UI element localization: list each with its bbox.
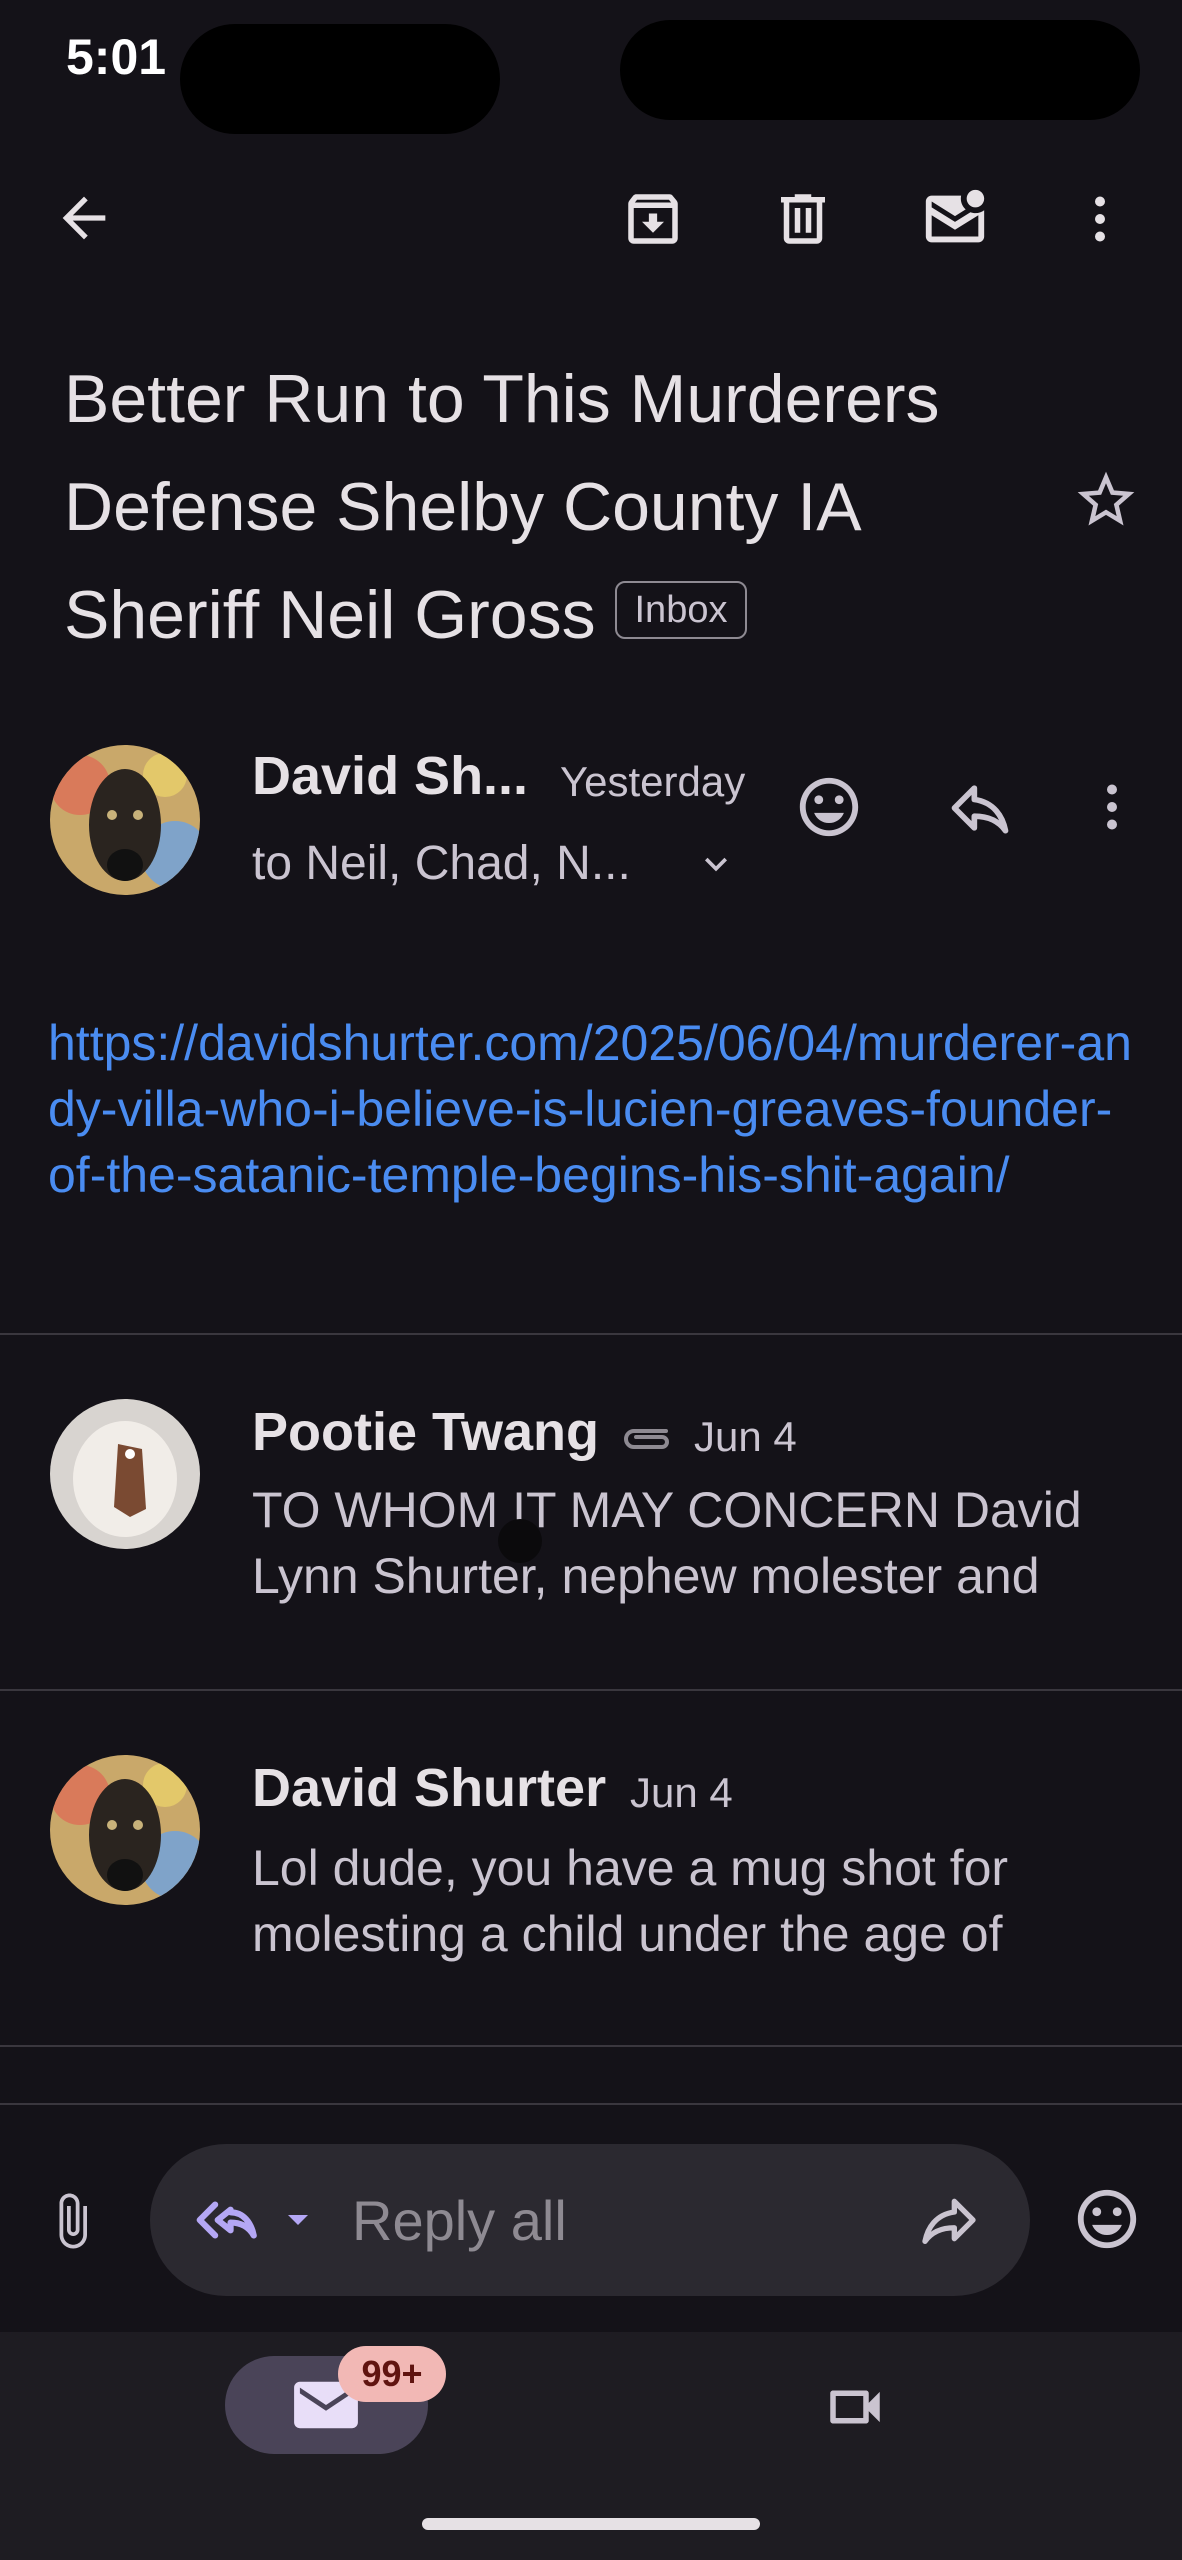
thread-item[interactable]: Pootie Twang Jun 4 TO WHOM IT MAY CONCER… [0,1335,1182,1689]
inbox-label-chip[interactable]: Inbox [614,581,748,640]
message-date: Yesterday [560,758,746,805]
sender-name: Pootie Twang [252,1402,599,1462]
sender-name[interactable]: David Sh... [252,745,528,807]
emoji-icon [1077,2189,1137,2249]
emoji-icon [799,777,859,837]
snippet-line: TO WHOM IT MAY CONCERN David [252,1482,1082,1538]
snippet-line: Lynn Shurter, nephew molester and [252,1548,1040,1604]
dog-avatar-icon [50,1755,200,1905]
reply-all-label[interactable]: Reply all [352,2188,567,2253]
reply-all-icon[interactable] [192,2188,264,2252]
reply-all-field[interactable]: Reply all [150,2144,1030,2296]
emoji-button[interactable] [1072,2184,1142,2254]
react-emoji-button[interactable] [794,772,864,842]
star-outline-icon [1077,471,1135,526]
trash-icon [781,194,825,244]
unread-count-badge: 99+ [338,2346,446,2402]
thread-item[interactable]: David Shurter Jun 4 Lol dude, you have a… [0,1691,1182,2043]
status-time: 5:01 [66,29,167,85]
snippet-line: Lol dude, you have a mug shot for [252,1840,1009,1896]
message-snippet: Lol dude, you have a mug shot for molest… [252,1835,1182,1967]
chevron-down-icon [705,857,727,872]
message-date: Jun 4 [694,1413,797,1460]
mark-unread-button[interactable] [920,184,990,254]
message-snippet: TO WHOM IT MAY CONCERN David Lynn Shurte… [252,1477,1182,1609]
more-vertical-icon [1095,196,1105,242]
arrow-left-icon [62,196,106,240]
nav-meet-tab[interactable] [820,2374,890,2440]
reply-icon [951,785,1009,834]
back-button[interactable] [52,186,116,250]
more-vertical-icon [1107,784,1117,830]
dog-avatar-icon [50,745,200,895]
redaction-mark [620,20,1140,120]
archive-icon [628,194,678,244]
subject-text: Better Run to This Murderers Defense She… [64,361,940,653]
divider [0,2103,1182,2105]
divider [0,2045,1182,2047]
forward-icon[interactable] [916,2188,982,2252]
home-indicator[interactable] [422,2518,760,2530]
photo-avatar-icon [50,1399,200,1549]
redaction-mark [180,24,500,134]
caret-down-icon[interactable] [278,2200,318,2240]
attach-button[interactable] [42,2186,102,2256]
message-more-button[interactable] [1082,774,1142,840]
sender-avatar[interactable] [50,745,200,895]
mail-unread-icon [925,189,985,243]
sender-name: David Shurter [252,1758,607,1818]
delete-button[interactable] [770,186,836,252]
expand-recipients-button[interactable] [694,842,738,886]
screen-dot [498,1519,542,1563]
star-button[interactable] [1072,466,1140,534]
sender-avatar [50,1755,200,1905]
body-link[interactable]: https://davidshurter.com/2025/06/04/murd… [48,1010,1138,1208]
video-camera-icon [830,2390,880,2424]
email-subject: Better Run to This Murderers Defense She… [64,345,1054,669]
reply-button[interactable] [946,774,1014,842]
message-date: Jun 4 [630,1769,733,1816]
sender-avatar [50,1399,200,1549]
snippet-line: molesting a child under the age of [252,1906,1003,1962]
archive-button[interactable] [620,186,686,252]
recipients-summary[interactable]: to Neil, Chad, N... [252,836,631,891]
paperclip-icon [59,2193,87,2249]
attachment-icon [618,1419,678,1459]
more-options-button[interactable] [1070,186,1130,252]
